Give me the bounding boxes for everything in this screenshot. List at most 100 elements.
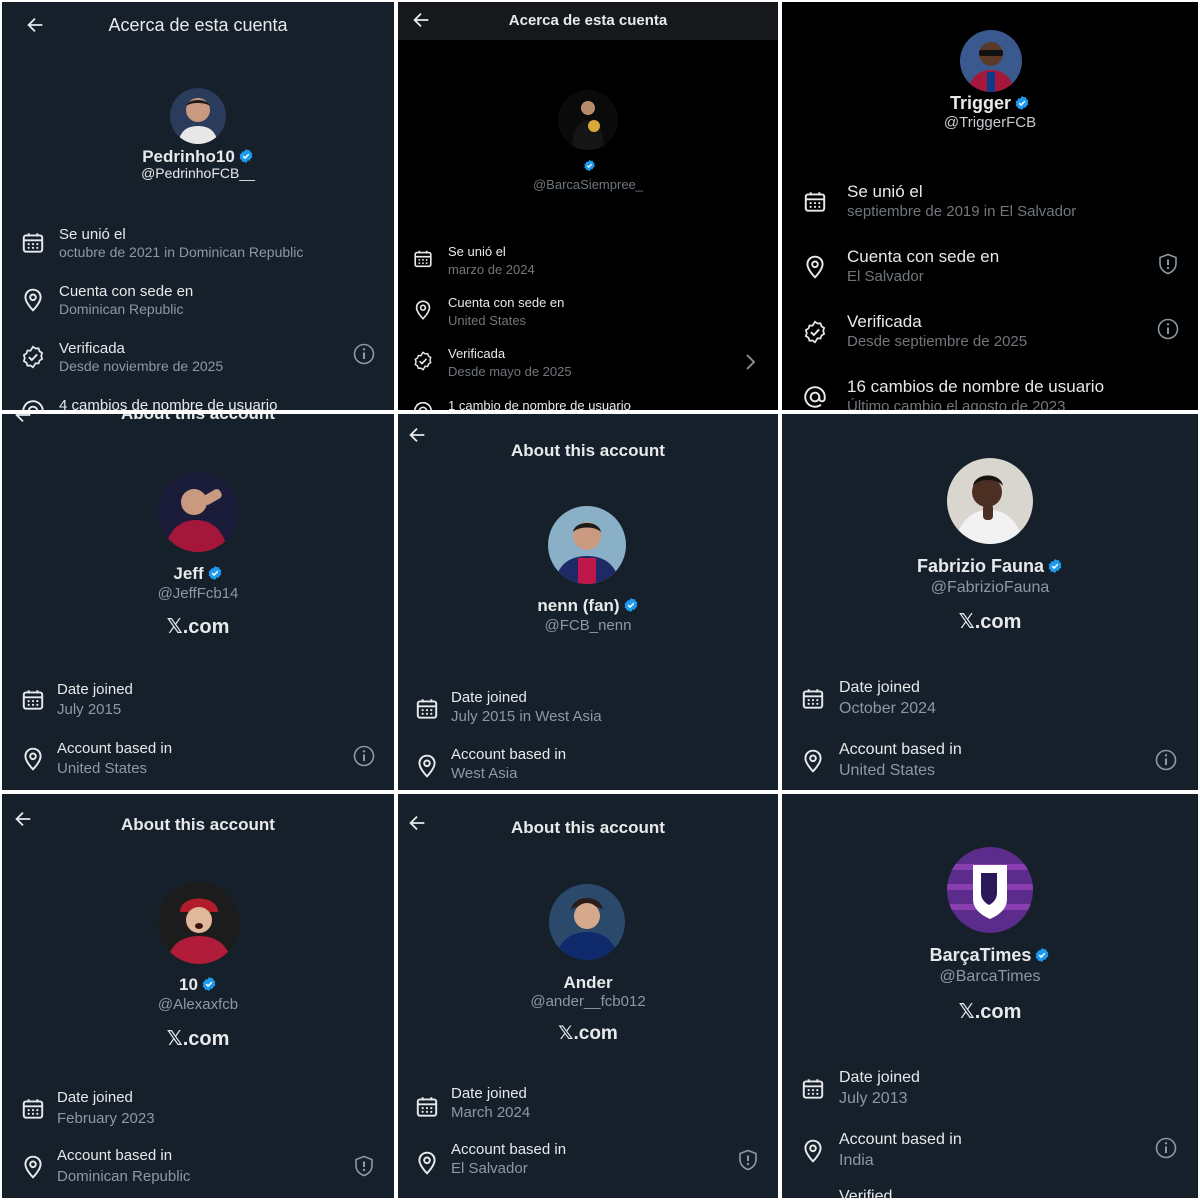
panel-ander: About this account Ander @ander__fcb012 …	[398, 794, 778, 1198]
shield-alert-icon	[736, 1148, 760, 1172]
info-button[interactable]	[1154, 748, 1180, 774]
calendar-icon	[414, 1094, 440, 1120]
row-value: El Salvador	[451, 1160, 528, 1177]
row-account-based[interactable]: Account based in United States	[2, 736, 394, 786]
row-date-joined: Se unió el octubre de 2021 in Dominican …	[2, 220, 394, 270]
username-handle: @ander__fcb012	[530, 993, 646, 1010]
row-verified[interactable]: Verificada Desde noviembre de 2025	[2, 334, 394, 384]
page-title: Acerca de esta cuenta	[508, 12, 668, 29]
display-name: Fabrizio Fauna	[782, 556, 1198, 577]
row-label: Date joined	[57, 681, 133, 698]
avatar[interactable]	[170, 88, 226, 144]
avatar[interactable]	[158, 472, 238, 552]
display-name: Pedrinho10	[2, 147, 394, 167]
row-value: El Salvador	[847, 268, 924, 285]
row-label: Account based in	[57, 740, 173, 757]
row-account-based[interactable]: Account based in Dominican Republic	[2, 1144, 394, 1194]
shield-button[interactable]	[352, 1154, 378, 1180]
verified-badge-icon	[1047, 558, 1063, 574]
shield-alert-icon	[352, 1154, 376, 1178]
row-account-based[interactable]: Account based in India	[782, 1128, 1198, 1178]
display-name: nenn (fan)	[398, 596, 778, 616]
row-verified[interactable]: Verificada Desde mayo de 2025	[398, 342, 778, 392]
row-value: February 2023	[57, 1110, 155, 1127]
row-value: United States	[448, 313, 527, 328]
shield-button[interactable]	[1156, 252, 1182, 278]
row-label: Se unió el	[59, 226, 126, 243]
row-date-joined: Date joined October 2024	[782, 676, 1198, 726]
info-button[interactable]	[1154, 1136, 1180, 1162]
row-value: October 2024	[839, 700, 936, 717]
avatar[interactable]	[947, 847, 1033, 933]
verified-badge-icon	[583, 159, 596, 172]
row-label: Date joined	[839, 1069, 920, 1086]
row-date-joined: Date joined March 2024	[398, 1084, 778, 1134]
row-username-changes[interactable]: 4 cambios de nombre de usuario	[2, 392, 394, 410]
avatar[interactable]	[558, 90, 618, 150]
row-label: Cuenta con sede en	[847, 247, 1000, 266]
calendar-icon	[414, 696, 440, 722]
avatar[interactable]	[947, 458, 1033, 544]
row-username-changes[interactable]: 16 cambios de nombre de usuario Último c…	[782, 374, 1198, 410]
username-handle: @TriggerFCB	[943, 114, 1037, 131]
calendar-icon	[20, 1096, 46, 1122]
shield-button[interactable]	[736, 1148, 762, 1174]
page-title: Acerca de esta cuenta	[108, 15, 288, 35]
avatar[interactable]	[158, 882, 240, 964]
location-pin-icon	[414, 753, 440, 779]
calendar-icon	[800, 686, 826, 712]
row-label: Account based in	[451, 746, 567, 763]
chevron-button[interactable]	[738, 350, 764, 376]
verified-check-icon	[412, 350, 434, 372]
row-account-based[interactable]: Account based in United States	[782, 738, 1198, 788]
row-account-based[interactable]: Account based in El Salvador	[398, 1140, 778, 1190]
verified-badge-icon	[1014, 95, 1030, 111]
shield-alert-icon	[1156, 252, 1180, 276]
info-button[interactable]	[352, 342, 378, 368]
row-value: United States	[839, 762, 936, 779]
info-icon	[352, 744, 376, 768]
row-value: India	[839, 1152, 874, 1169]
location-pin-icon	[802, 254, 828, 280]
header: About this account	[398, 414, 778, 460]
row-label: Verificada	[847, 312, 922, 331]
location-pin-icon	[800, 1138, 826, 1164]
calendar-icon	[800, 1076, 826, 1102]
panel-jeff: About this account Jeff @JeffFcb14 𝕏.com…	[2, 414, 394, 790]
row-label: Cuenta con sede en	[448, 295, 565, 310]
header: Acerca de esta cuenta	[2, 2, 394, 46]
display-name	[398, 155, 778, 175]
display-name: Ander	[563, 973, 613, 992]
site-label: 𝕏.com	[166, 1028, 230, 1050]
header: About this account	[398, 794, 778, 838]
verified-badge-icon	[623, 597, 639, 613]
info-button[interactable]	[352, 744, 378, 770]
row-value: Desde noviembre de 2025	[59, 358, 224, 374]
row-value: Desde septiembre de 2025	[847, 333, 1028, 350]
row-value: Dominican Republic	[59, 301, 184, 317]
info-icon	[352, 342, 376, 366]
row-verified[interactable]: Verified	[782, 1188, 1198, 1198]
calendar-icon	[412, 248, 434, 270]
info-button[interactable]	[1156, 317, 1182, 343]
display-name: Trigger	[782, 93, 1198, 114]
row-date-joined: Date joined July 2015	[2, 677, 394, 727]
verified-badge-icon	[201, 976, 217, 992]
page-title: About this account	[2, 414, 394, 424]
row-account-based[interactable]: Cuenta con sede en El Salvador	[782, 244, 1198, 294]
location-pin-icon	[800, 748, 826, 774]
row-value: septiembre de 2019 in El Salvador	[847, 203, 1077, 220]
avatar[interactable]	[960, 30, 1022, 92]
location-pin-icon	[20, 1154, 46, 1180]
row-username-changes[interactable]: 1 cambio de nombre de usuario	[398, 394, 778, 410]
row-account-based: Cuenta con sede en Dominican Republic	[2, 277, 394, 327]
row-value: marzo de 2024	[448, 262, 535, 277]
row-verified[interactable]: Verificada Desde septiembre de 2025	[782, 309, 1198, 359]
username-handle: @PedrinhoFCB__	[141, 165, 255, 181]
avatar[interactable]	[549, 884, 625, 960]
avatar[interactable]	[548, 506, 626, 584]
verified-badge-icon	[207, 565, 223, 581]
location-pin-icon	[20, 287, 46, 313]
row-account-based: Account based in West Asia	[398, 743, 778, 790]
row-value: July 2013	[839, 1090, 908, 1107]
